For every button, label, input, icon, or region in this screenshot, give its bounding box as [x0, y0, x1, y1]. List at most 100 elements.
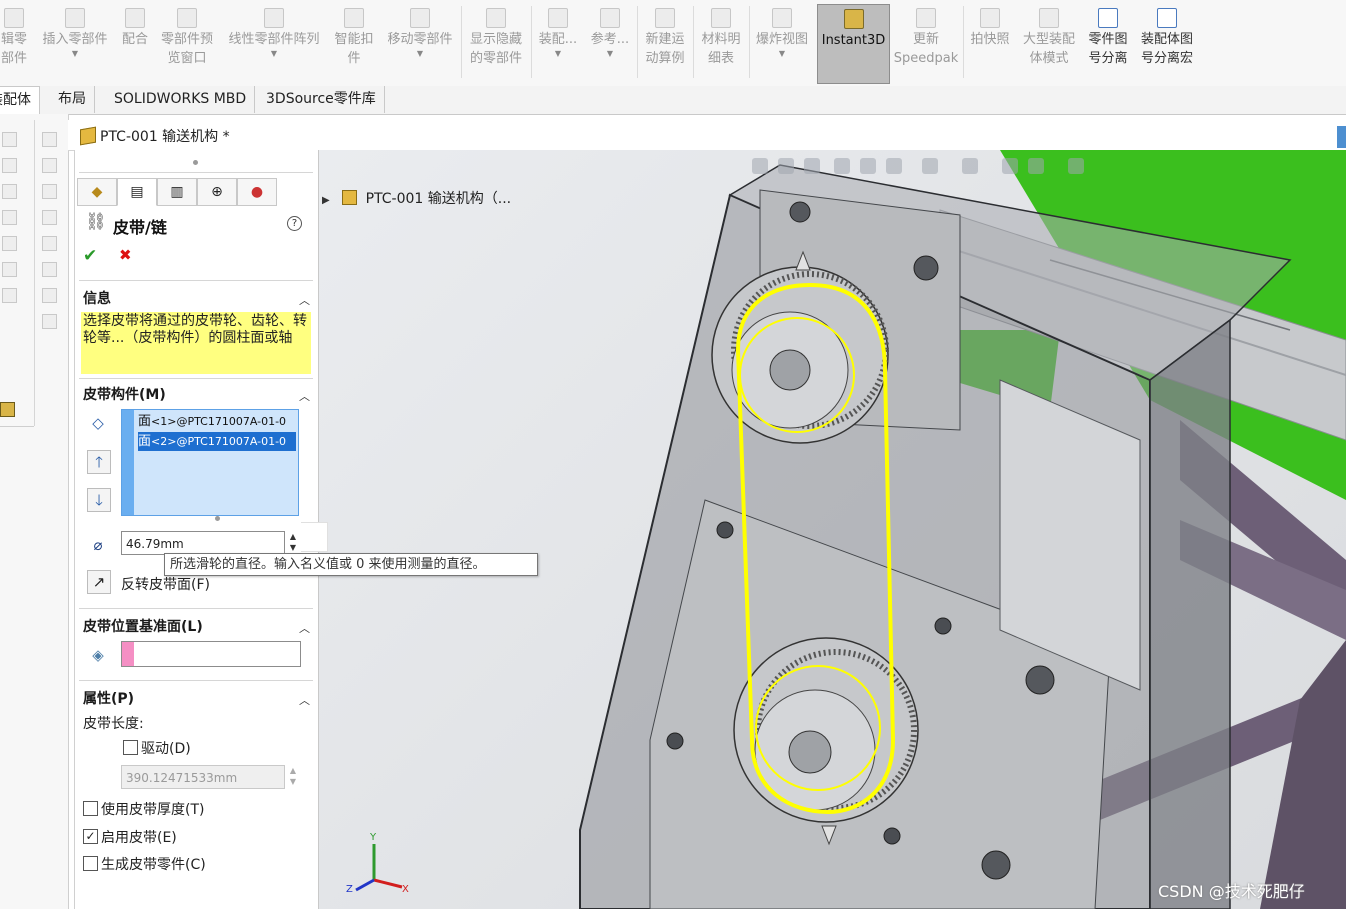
instant3d-button[interactable]: Instant3D: [817, 4, 890, 84]
note-icon[interactable]: [42, 236, 57, 251]
mate-button[interactable]: 配合: [116, 4, 154, 82]
create-belt-part-checkbox[interactable]: [83, 856, 98, 871]
info-section-header[interactable]: 信息: [83, 288, 111, 308]
ok-button[interactable]: ✔: [83, 246, 97, 266]
chevron-down-icon[interactable]: ▼: [586, 49, 634, 59]
resize-handle[interactable]: [215, 516, 220, 521]
note-icon[interactable]: [42, 158, 57, 173]
tab-solidworks-mbd[interactable]: SOLIDWORKS MBD: [106, 86, 256, 113]
toolbar-icon[interactable]: [2, 236, 17, 251]
collapse-icon[interactable]: ︿: [299, 292, 310, 308]
dimxpert-manager-tab[interactable]: ⊕: [197, 178, 237, 206]
display-style-icon[interactable]: [922, 158, 938, 174]
section-view-icon[interactable]: [834, 158, 850, 174]
dynamic-annotation-icon[interactable]: [860, 158, 876, 174]
configuration-manager-tab[interactable]: ▥: [157, 178, 197, 206]
list-item-selected[interactable]: 面<2>@PTC171007A-01-0: [138, 432, 296, 451]
tab-3dsource[interactable]: 3DSource零件库: [258, 86, 385, 113]
use-belt-thickness-label[interactable]: 使用皮带厚度(T): [101, 799, 204, 819]
note-icon[interactable]: [42, 210, 57, 225]
toolbar-icon[interactable]: [2, 288, 17, 303]
chevron-down-icon[interactable]: ▼: [382, 49, 458, 59]
note-icon[interactable]: [42, 288, 57, 303]
apply-scene-icon[interactable]: [1028, 158, 1044, 174]
toolbar-icon[interactable]: [2, 184, 17, 199]
note-icon[interactable]: [42, 314, 57, 329]
chevron-down-icon[interactable]: ▼: [752, 49, 812, 59]
smart-fasteners-button[interactable]: 智能扣 件: [330, 4, 378, 82]
list-item[interactable]: 面<1>@PTC171007A-01-0: [138, 412, 296, 431]
note-icon[interactable]: [42, 184, 57, 199]
view-settings-icon[interactable]: [1068, 158, 1084, 174]
pulley-diameter-input[interactable]: 46.79mm: [121, 531, 285, 555]
flip-belt-side-label[interactable]: 反转皮带面(F): [121, 574, 210, 594]
create-belt-part-label[interactable]: 生成皮带零件(C): [101, 854, 206, 874]
component-preview-button[interactable]: 零部件预 览窗口: [156, 4, 218, 82]
window-scroll-indicator[interactable]: [1337, 126, 1346, 148]
flyout-feature-tree-item[interactable]: ▶ PTC-001 输送机构（...: [322, 188, 511, 208]
update-speedpak-button[interactable]: 更新 Speedpak: [892, 4, 960, 82]
chevron-down-icon[interactable]: ▼: [222, 49, 326, 59]
toolbar-icon[interactable]: [2, 262, 17, 277]
belt-plane-header[interactable]: 皮带位置基准面(L): [83, 616, 203, 636]
view-orientation-icon[interactable]: [886, 158, 902, 174]
toolbar-icon[interactable]: [2, 158, 17, 173]
diameter-spinner[interactable]: ▲ ▼: [287, 531, 299, 555]
splitter-handle[interactable]: [193, 160, 198, 165]
chevron-down-icon[interactable]: ▼: [38, 49, 112, 59]
assembly-number-split-macro-button[interactable]: 装配体图 号分离宏: [1136, 4, 1198, 82]
belt-members-header[interactable]: 皮带构件(M): [83, 384, 166, 404]
chevron-down-icon[interactable]: ▼: [534, 49, 582, 59]
edit-component-button[interactable]: 辑零 部件: [0, 4, 32, 82]
move-component-button[interactable]: 移动零部件 ▼: [382, 4, 458, 82]
edit-appearance-icon[interactable]: [1002, 158, 1018, 174]
toolbar-icon[interactable]: [2, 132, 17, 147]
take-snapshot-button[interactable]: 拍快照: [966, 4, 1014, 82]
new-motion-study-button[interactable]: 新建运 动算例: [640, 4, 690, 82]
belt-plane-selection-box[interactable]: [121, 641, 301, 667]
reference-geometry-button[interactable]: 参考... ▼: [586, 4, 634, 82]
display-manager-tab[interactable]: ●: [237, 178, 277, 206]
part-number-split-button[interactable]: 零件图 号分离: [1082, 4, 1134, 82]
previous-view-icon[interactable]: [804, 158, 820, 174]
document-title-bar[interactable]: PTC-001 输送机构 *: [68, 120, 1346, 151]
graphics-area[interactable]: [318, 150, 1346, 909]
drive-label[interactable]: 驱动(D): [141, 738, 191, 758]
expand-arrow-icon[interactable]: ▶: [322, 195, 330, 206]
enable-belt-label[interactable]: 启用皮带(E): [101, 827, 177, 847]
bill-of-materials-button[interactable]: 材料明 细表: [696, 4, 746, 82]
exploded-view-button[interactable]: 爆炸视图 ▼: [752, 4, 812, 82]
zoom-area-icon[interactable]: [778, 158, 794, 174]
show-hidden-components-button[interactable]: 显示隐藏 的零部件: [464, 4, 528, 82]
move-down-button[interactable]: 🡓: [87, 488, 111, 512]
cancel-button[interactable]: ✖: [119, 246, 132, 264]
tab-assembly[interactable]: 装配体: [0, 86, 40, 114]
zoom-to-fit-icon[interactable]: [752, 158, 768, 174]
belt-members-list[interactable]: 面<1>@PTC171007A-01-0 面<2>@PTC171007A-01-…: [121, 409, 299, 516]
help-icon[interactable]: ?: [287, 216, 302, 231]
large-assembly-mode-button[interactable]: 大型装配 体模式: [1016, 4, 1082, 82]
collapse-icon[interactable]: ︿: [299, 620, 310, 636]
move-up-button[interactable]: 🡑: [87, 450, 111, 474]
enable-belt-checkbox[interactable]: ✓: [83, 829, 98, 844]
length-spinner[interactable]: ▲ ▼: [287, 765, 299, 789]
collapse-icon[interactable]: ︿: [299, 388, 310, 404]
toolbar-icon[interactable]: [2, 210, 17, 225]
hide-show-items-icon[interactable]: [962, 158, 978, 174]
properties-header[interactable]: 属性(P): [83, 688, 134, 708]
drive-checkbox[interactable]: [123, 740, 138, 755]
belt-length-input[interactable]: 390.12471533mm: [121, 765, 285, 789]
flip-belt-side-button[interactable]: ↗: [87, 570, 111, 594]
feature-manager-tab[interactable]: ◆: [77, 178, 117, 206]
instant3d-icon[interactable]: [0, 402, 15, 417]
assembly-features-button[interactable]: 装配... ▼: [534, 4, 582, 82]
property-manager-tab[interactable]: ▤: [117, 178, 157, 206]
use-belt-thickness-checkbox[interactable]: [83, 801, 98, 816]
note-icon[interactable]: [42, 132, 57, 147]
tab-layout[interactable]: 布局: [50, 86, 95, 113]
collapse-icon[interactable]: ︿: [299, 692, 310, 708]
linear-pattern-button[interactable]: 线性零部件阵列 ▼: [222, 4, 326, 82]
insert-component-button[interactable]: 插入零部件 ▼: [38, 4, 112, 82]
note-icon[interactable]: [42, 262, 57, 277]
assembly-model-view[interactable]: [318, 150, 1346, 909]
